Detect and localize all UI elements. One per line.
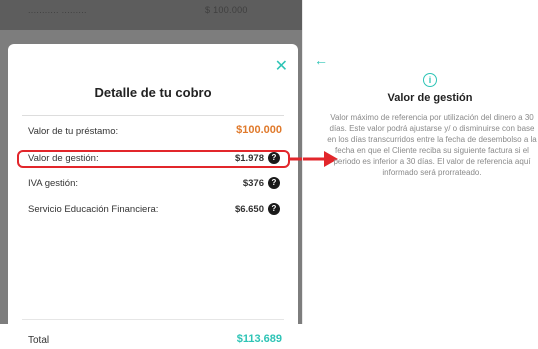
divider [22, 319, 284, 320]
total-label: Total [28, 335, 50, 346]
close-icon[interactable]: ✕ [275, 56, 288, 76]
highlight-box [17, 150, 290, 168]
charge-detail-sheet: ✕ Detalle de tu cobro Valor de tu présta… [8, 44, 298, 346]
detail-title: Valor de gestión [387, 92, 473, 104]
top-strip-left-text: ........... ......... [28, 5, 87, 15]
total-row: Total $113.689 [28, 333, 282, 349]
info-icon: i [423, 73, 437, 87]
row-loan-value: Valor de tu préstamo: $100.000 [28, 124, 282, 140]
detail-description: Valor máximo de referencia por utilizaci… [327, 113, 537, 177]
divider [22, 115, 284, 116]
question-icon[interactable]: ? [268, 177, 280, 189]
sheet-title: Detalle de tu cobro [94, 85, 212, 100]
top-strip: ........... ......... $ 100.000 [0, 0, 302, 30]
row-label: Valor de tu préstamo: [28, 126, 119, 137]
row-value: $6.650 [234, 204, 264, 215]
question-icon[interactable]: ? [268, 203, 280, 215]
row-label: Servicio Educación Financiera: [28, 204, 159, 215]
row-value: $376 [242, 178, 264, 189]
row-label: IVA gestión: [28, 178, 78, 189]
row-value: $100.000 [236, 124, 282, 136]
top-strip-right-text: $ 100.000 [205, 5, 248, 15]
arrow-left-icon[interactable]: ← [314, 52, 328, 68]
row-iva: IVA gestión: $376 ? [28, 176, 282, 192]
total-value: $113.689 [236, 333, 282, 345]
panel-divider [302, 0, 303, 324]
row-financial-education: Servicio Educación Financiera: $6.650 ? [28, 202, 282, 218]
